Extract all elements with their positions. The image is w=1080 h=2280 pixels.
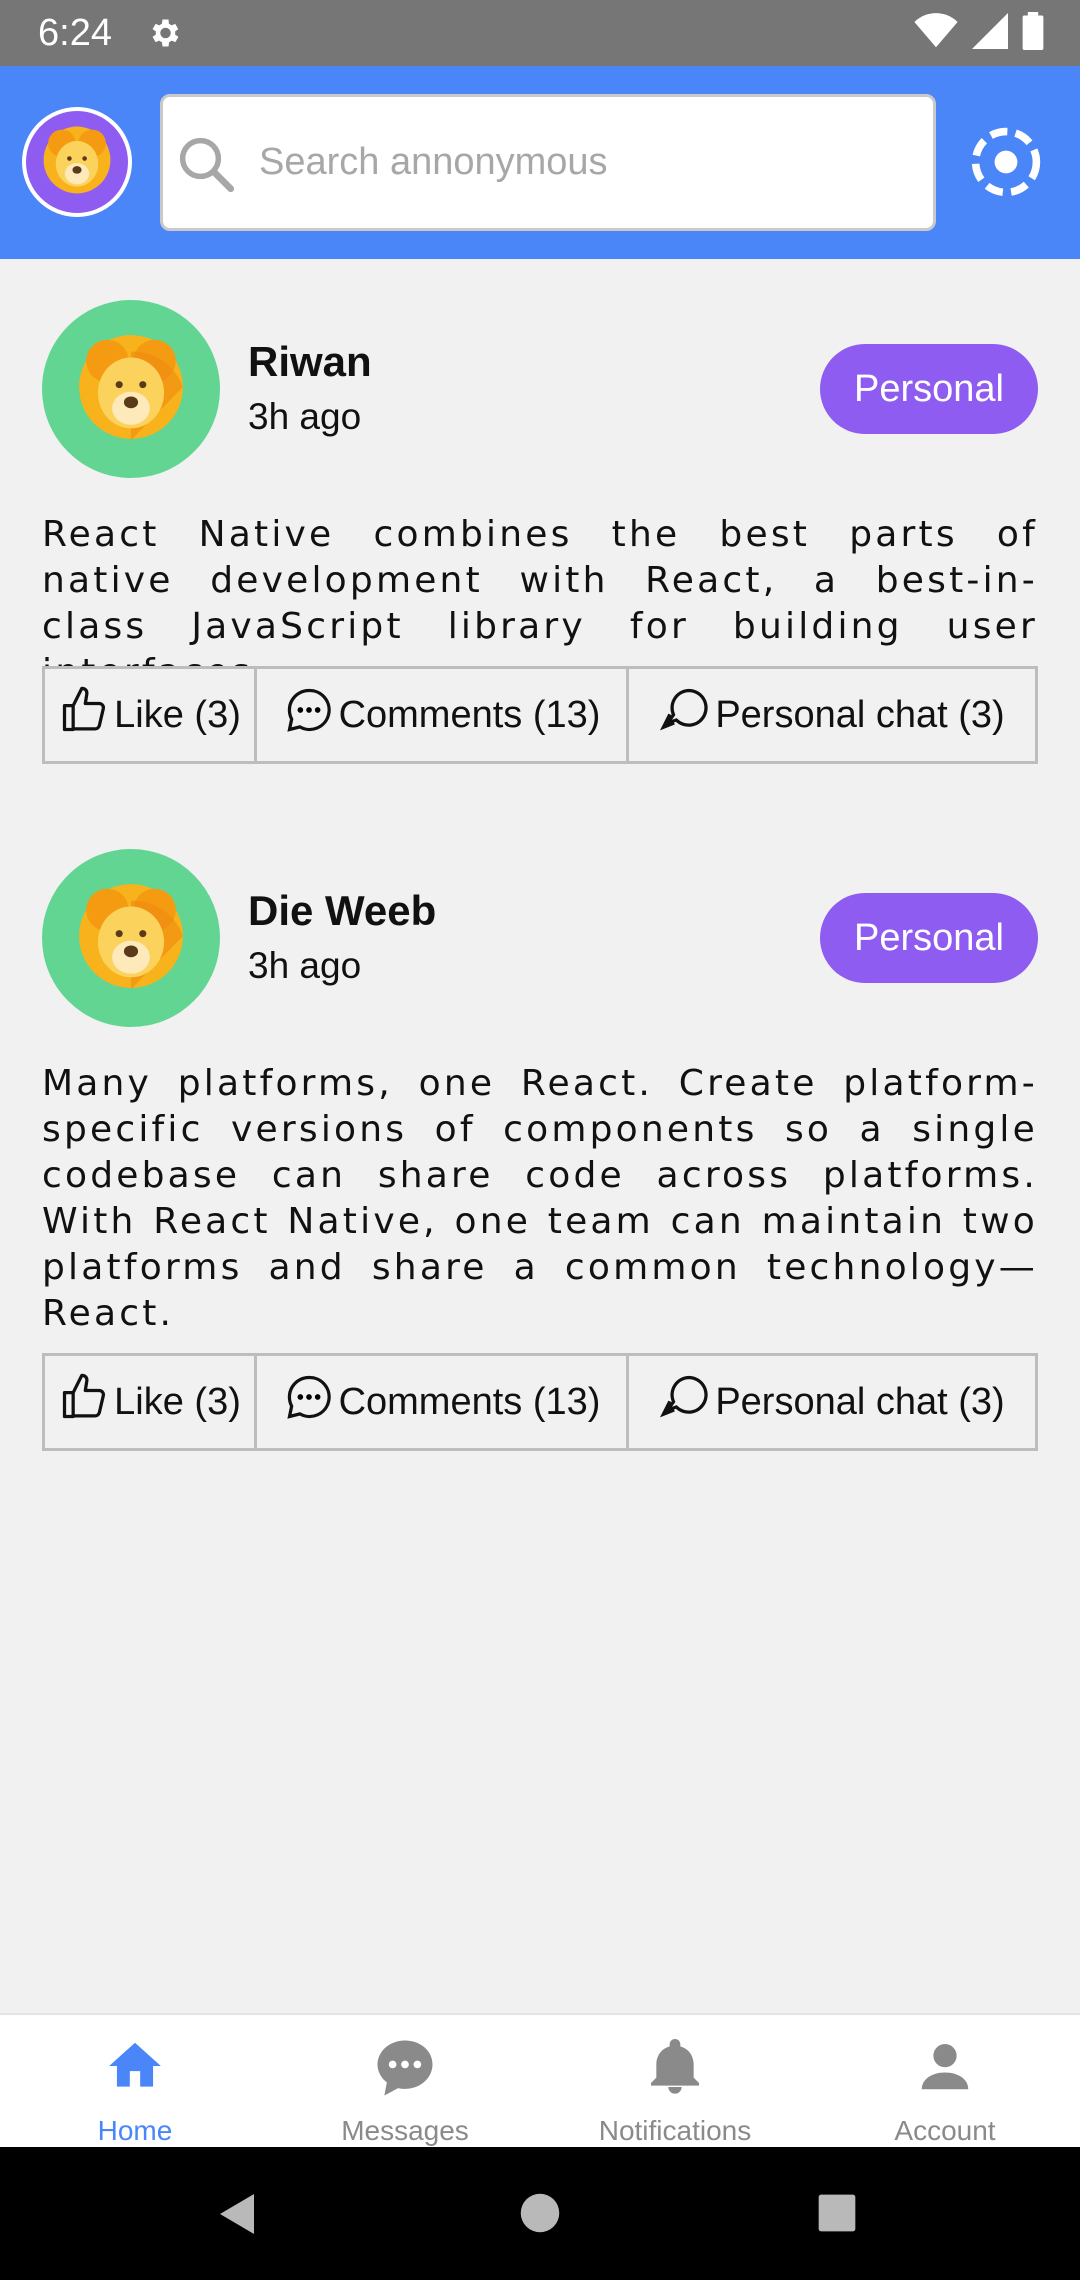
like-label: Like (3) [114,1380,241,1423]
post-actions: Like (3) Comments (13) Personal chat (3) [42,1353,1038,1451]
comments-button[interactable]: Comments (13) [257,1356,629,1448]
tab-label: Account [894,2115,996,2146]
post-actions: Like (3) Comments (13) Personal chat (3) [42,666,1038,764]
comments-label: Comments (13) [338,1380,601,1423]
signal-icon [972,13,1008,54]
thumbs-up-icon [58,684,110,746]
personal-chat-button[interactable]: Personal chat (3) [629,669,1035,761]
tab-label: Notifications [598,2115,752,2146]
lion-avatar-icon [39,122,115,203]
personal-chat-label: Personal chat (3) [715,693,1005,736]
comment-dots-icon [283,1371,335,1433]
tab-messages[interactable]: Messages [270,2015,540,2149]
bell-icon [643,2015,707,2104]
tab-label: Messages [341,2115,469,2146]
back-icon[interactable] [214,2189,262,2244]
post-card: Die Weeb 3h ago Personal Many platforms,… [42,849,1038,1454]
lion-avatar-icon [72,877,190,1000]
status-time: 6:24 [38,12,112,54]
settings-gear-icon [146,15,182,56]
thumbs-up-icon [58,1371,110,1433]
like-label: Like (3) [114,693,241,736]
lion-avatar-icon [72,328,190,451]
comments-label: Comments (13) [338,693,601,736]
personal-chat-button[interactable]: Personal chat (3) [629,1356,1035,1448]
wifi-icon [914,13,958,54]
post-category-badge[interactable]: Personal [820,344,1038,434]
post-card: Riwan 3h ago Personal React Native combi… [42,300,1038,770]
profile-avatar[interactable] [22,107,132,217]
post-avatar[interactable] [42,849,220,1027]
recents-square-icon[interactable] [817,2193,857,2238]
comment-dots-icon [283,684,335,746]
comments-button[interactable]: Comments (13) [257,669,629,761]
person-icon [914,2015,976,2102]
post-timestamp: 3h ago [248,396,362,437]
tab-label: Home [97,2115,173,2146]
post-avatar[interactable] [42,300,220,478]
bottom-navigation: Home Messages Notifications Account [0,2013,1080,2149]
search-icon [173,131,239,202]
home-circle-icon[interactable] [519,2192,561,2239]
tab-home[interactable]: Home [0,2015,270,2149]
tab-notifications[interactable]: Notifications [540,2015,810,2149]
tab-account[interactable]: Account [810,2015,1080,2149]
post-timestamp: 3h ago [248,945,362,986]
post-username[interactable]: Die Weeb [248,887,436,935]
chat-bubble-icon [659,1371,711,1433]
post-username[interactable]: Riwan [248,338,372,386]
search-bar[interactable]: Search annonymous [160,94,936,231]
post-body: Many platforms, one React. Create platfo… [42,1063,1038,1334]
chat-bubble-icon [372,2015,438,2106]
like-button[interactable]: Like (3) [45,1356,257,1448]
status-bar: 6:24 [0,0,1080,66]
like-button[interactable]: Like (3) [45,669,257,761]
app-header: Search annonymous [0,66,1080,259]
chat-bubble-icon [659,684,711,746]
target-settings-icon[interactable] [968,124,1044,205]
home-icon [104,2015,166,2102]
personal-chat-label: Personal chat (3) [715,1380,1005,1423]
post-category-badge[interactable]: Personal [820,893,1038,983]
system-navigation-bar [0,2147,1080,2280]
battery-icon [1022,12,1044,55]
search-input[interactable]: Search annonymous [259,141,608,184]
